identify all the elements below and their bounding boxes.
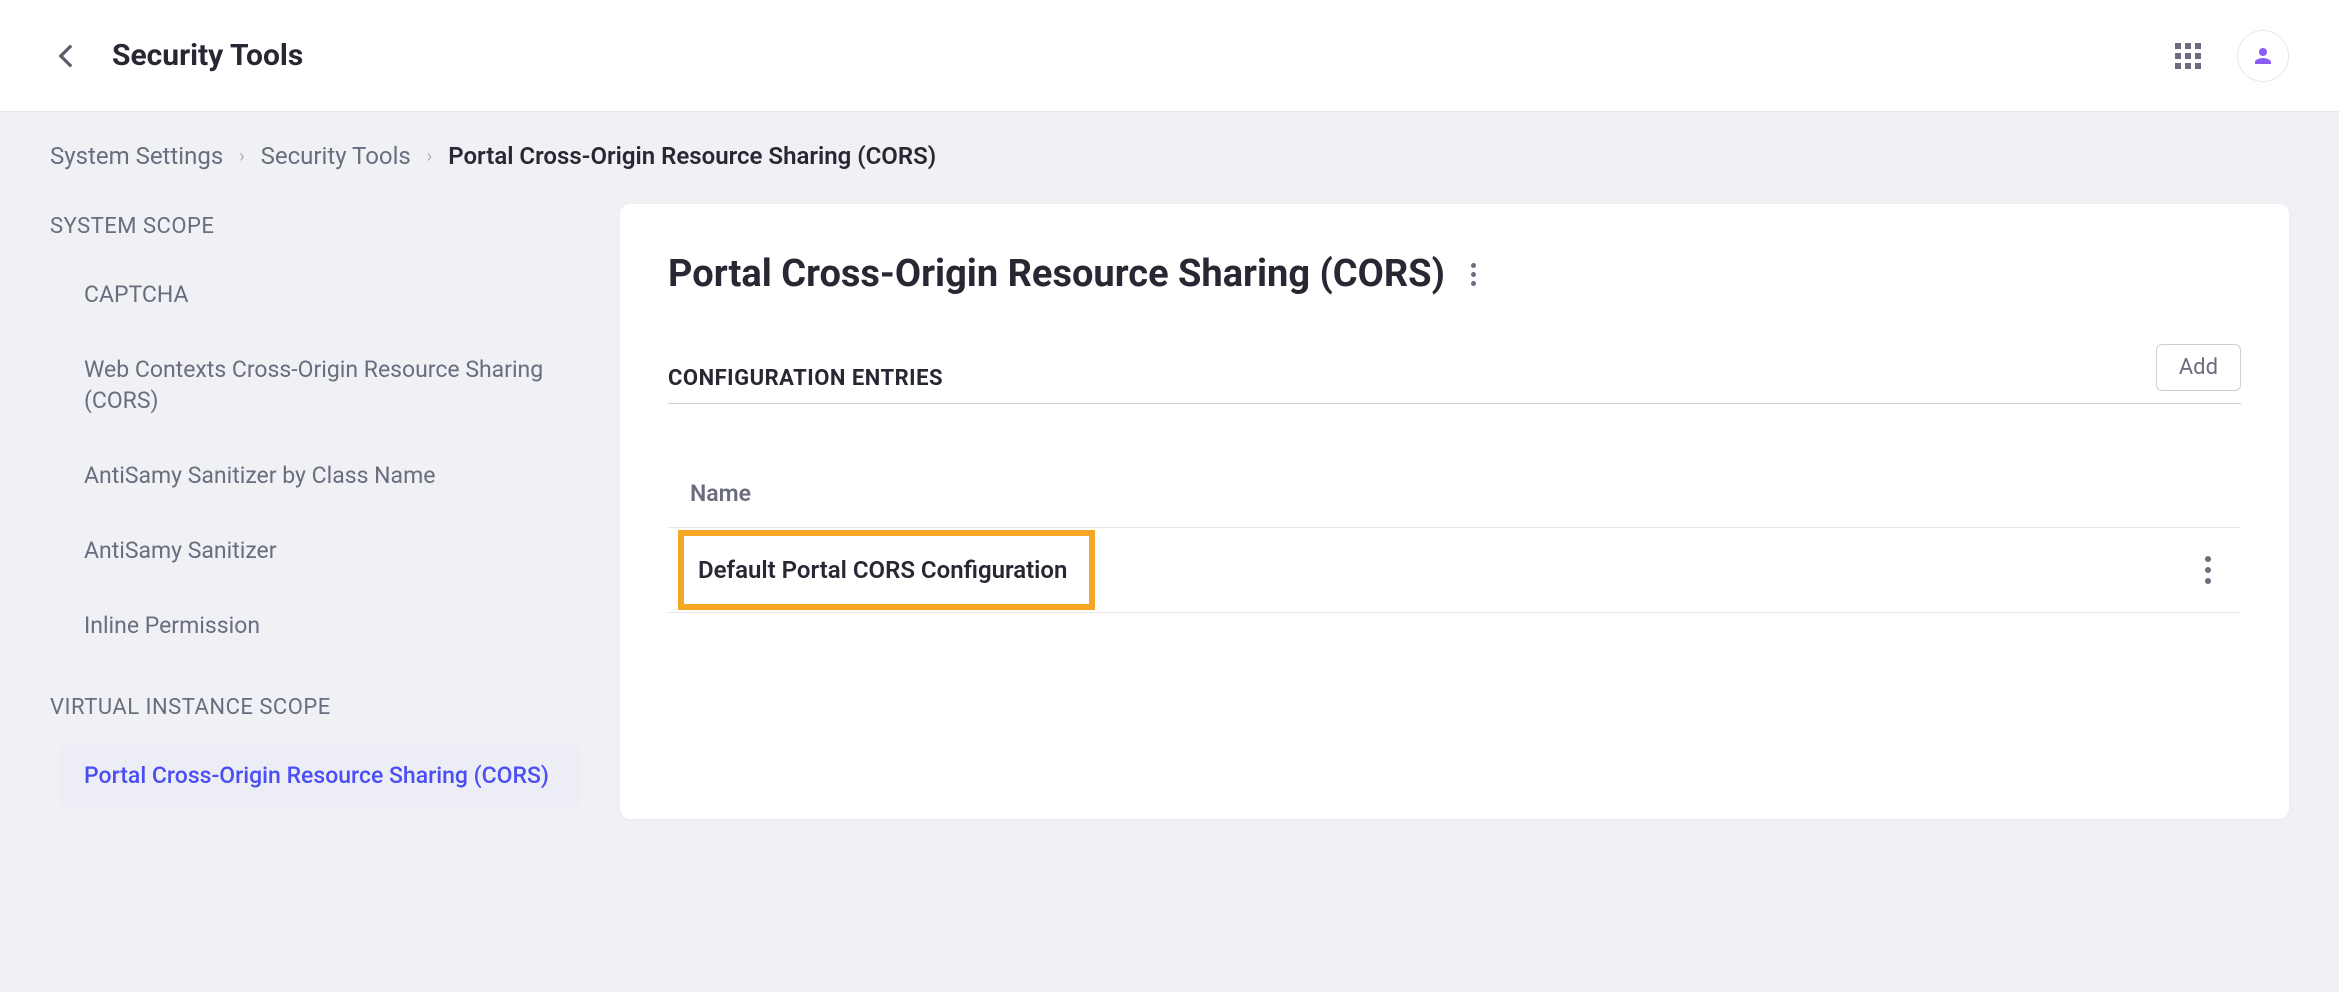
user-icon <box>2251 44 2275 68</box>
panel-header: Portal Cross-Origin Resource Sharing (CO… <box>668 252 2241 296</box>
content-wrapper: System Settings › Security Tools › Porta… <box>0 112 2339 849</box>
breadcrumb: System Settings › Security Tools › Porta… <box>50 142 2289 170</box>
panel-menu-button[interactable] <box>1465 257 1482 292</box>
section-heading: CONFIGURATION ENTRIES <box>668 366 943 391</box>
kebab-menu-icon <box>1471 263 1476 268</box>
main-panel: Portal Cross-Origin Resource Sharing (CO… <box>620 204 2289 819</box>
panel-title: Portal Cross-Origin Resource Sharing (CO… <box>668 252 1445 296</box>
header-left: Security Tools <box>50 38 303 73</box>
chevron-left-icon <box>58 43 74 69</box>
sidebar-item-portal-cors[interactable]: Portal Cross-Origin Resource Sharing (CO… <box>60 744 580 807</box>
chevron-right-icon: › <box>427 146 432 167</box>
top-header: Security Tools <box>0 0 2339 112</box>
back-button[interactable] <box>50 40 82 72</box>
sidebar-item-label: CAPTCHA <box>84 281 188 308</box>
sidebar-item-captcha[interactable]: CAPTCHA <box>60 263 580 326</box>
sidebar-item-antisamy-sanitizer[interactable]: AntiSamy Sanitizer <box>60 519 580 582</box>
breadcrumb-link-security-tools[interactable]: Security Tools <box>261 142 411 170</box>
sidebar-section-header: SYSTEM SCOPE <box>50 204 580 263</box>
sidebar-item-label: AntiSamy Sanitizer <box>84 537 277 564</box>
sidebar-item-label: Web Contexts Cross-Origin Resource Shari… <box>84 356 543 414</box>
chevron-right-icon: › <box>239 146 244 167</box>
breadcrumb-current: Portal Cross-Origin Resource Sharing (CO… <box>448 142 936 170</box>
sidebar-item-label: Inline Permission <box>84 612 260 639</box>
header-right <box>2175 30 2289 82</box>
breadcrumb-link-system-settings[interactable]: System Settings <box>50 142 223 170</box>
config-table: Name Default Portal CORS Configuration <box>668 460 2241 613</box>
body-layout: SYSTEM SCOPE CAPTCHA Web Contexts Cross-… <box>50 204 2289 819</box>
sidebar-item-label: Portal Cross-Origin Resource Sharing (CO… <box>84 762 549 789</box>
sidebar-item-inline-permission[interactable]: Inline Permission <box>60 594 580 657</box>
row-name-highlighted[interactable]: Default Portal CORS Configuration <box>678 530 1095 610</box>
kebab-menu-icon <box>2205 556 2211 562</box>
row-menu-button[interactable] <box>2197 548 2219 592</box>
add-button[interactable]: Add <box>2156 344 2241 391</box>
apps-grid-icon[interactable] <box>2175 43 2201 69</box>
user-avatar[interactable] <box>2237 30 2289 82</box>
sidebar-item-antisamy-class-name[interactable]: AntiSamy Sanitizer by Class Name <box>60 444 580 507</box>
sidebar: SYSTEM SCOPE CAPTCHA Web Contexts Cross-… <box>50 204 580 819</box>
table-header-row: Name <box>668 460 2241 528</box>
page-title: Security Tools <box>112 38 303 73</box>
section-heading-row: CONFIGURATION ENTRIES Add <box>668 344 2241 404</box>
sidebar-item-web-contexts-cors[interactable]: Web Contexts Cross-Origin Resource Shari… <box>60 338 580 432</box>
table-column-name: Name <box>668 480 2241 507</box>
sidebar-section-header: VIRTUAL INSTANCE SCOPE <box>50 669 580 744</box>
sidebar-item-label: AntiSamy Sanitizer by Class Name <box>84 462 435 489</box>
table-row[interactable]: Default Portal CORS Configuration <box>668 528 2241 613</box>
